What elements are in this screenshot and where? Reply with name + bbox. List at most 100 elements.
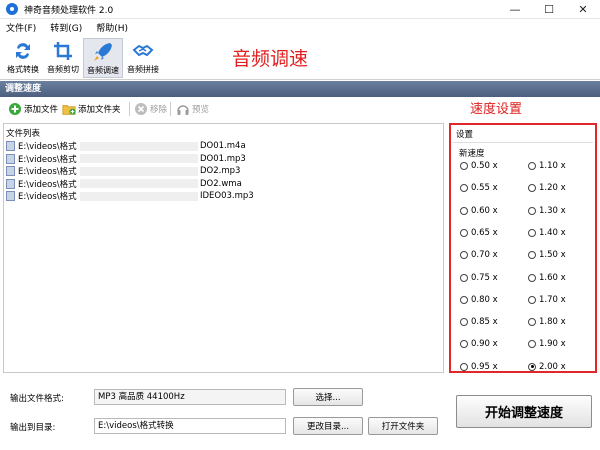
speed-option[interactable]: 1.20 x [528,183,566,193]
speed-option-label: 1.20 x [539,183,566,194]
menu-goto[interactable]: 转到(G) [50,21,82,34]
window-controls: — ☐ ✕ [498,0,600,19]
radio-button[interactable] [528,251,536,260]
radio-button[interactable] [528,206,536,215]
radio-button[interactable] [460,228,468,237]
speed-option-label: 0.55 x [471,183,498,194]
remove-label: 移除 [150,105,168,115]
radio-button[interactable] [528,162,536,170]
add-file-icon [8,102,22,116]
file-list[interactable]: 文件列表 E:\videos\格式 DO01.m4a E:\videos\格式 … [3,123,444,373]
annotation-speed: 音频调速 [232,48,309,70]
add-folder-button[interactable]: 添加文件夹 [62,101,121,117]
menu-help[interactable]: 帮助(H) [96,21,128,34]
speed-option[interactable]: 1.70 x [528,295,566,305]
radio-button[interactable] [528,340,536,349]
speed-option[interactable]: 0.50 x [460,161,498,171]
menu-file[interactable]: 文件(F) [6,21,36,34]
audio-cut-button[interactable]: 音频剪切 [43,38,83,78]
speed-option[interactable]: 0.85 x [460,317,498,327]
preview-button[interactable]: 预览 [176,101,209,117]
rocket-icon [94,43,112,61]
radio-button[interactable] [460,362,468,371]
list-item[interactable]: E:\videos\格式 DO2.mp3 [4,165,443,178]
speed-option[interactable]: 0.55 x [460,183,498,193]
speed-option[interactable]: 2.00 x [528,362,566,372]
open-folder-button[interactable]: 打开文件夹 [368,417,438,435]
radio-button[interactable] [528,295,536,304]
radio-button[interactable] [460,184,468,193]
remove-button[interactable]: 移除 [134,101,167,117]
speed-option-label: 1.50 x [539,250,566,261]
speed-option[interactable]: 1.50 x [528,250,566,260]
radio-button[interactable] [528,362,536,371]
speed-option[interactable]: 0.80 x [460,295,498,305]
output-format-field: MP3 高品质 44100Hz [94,389,286,405]
speed-option[interactable]: 0.60 x [460,206,498,216]
audio-speed-label: 音频调速 [87,66,119,75]
speed-option[interactable]: 0.70 x [460,250,498,260]
output-dir-field[interactable]: E:\videos\格式转换 [94,418,286,434]
blurred-region [80,154,198,164]
speed-option[interactable]: 1.10 x [528,161,566,171]
close-button[interactable]: ✕ [566,0,600,19]
change-dir-button[interactable]: 更改目录... [293,417,363,435]
audio-file-icon [6,141,15,152]
radio-button[interactable] [460,295,468,304]
add-file-button[interactable]: 添加文件 [8,101,58,117]
start-adjust-speed-button[interactable]: 开始调整速度 [456,395,592,428]
crop-icon [54,42,72,60]
audio-speed-button[interactable]: 音频调速 [83,38,123,78]
speed-option[interactable]: 1.60 x [528,273,566,283]
speed-option[interactable]: 0.65 x [460,228,498,238]
audio-file-icon [6,153,15,164]
file-path-suffix: IDEO03.mp3 [200,191,254,202]
annotation-settings: 速度设置 [470,102,523,117]
speed-option-label: 1.90 x [539,339,566,350]
speed-settings-panel: 设置 新速度 0.50 x 0.55 x 0.60 x 0.65 x 0.70 x 0.7… [449,123,597,373]
audio-join-label: 音频拼接 [127,65,159,74]
file-path-prefix: E:\videos\格式 [18,167,77,178]
add-folder-icon [62,102,76,116]
radio-button[interactable] [528,184,536,193]
radio-button[interactable] [460,162,468,170]
main-toolbar: 格式转换 音频剪切 音频调速 音频拼接 音频调速 [0,36,600,80]
toolbar-separator [129,102,130,116]
settings-title: 设置 [453,125,593,143]
format-convert-button[interactable]: 格式转换 [3,38,43,78]
speed-option[interactable]: 0.90 x [460,339,498,349]
speed-option-label: 0.60 x [471,205,498,216]
file-path-suffix: DO2.wma [200,178,242,189]
format-convert-icon [16,43,30,59]
list-item[interactable]: E:\videos\格式 DO01.mp3 [4,153,443,166]
radio-button[interactable] [528,228,536,237]
radio-button[interactable] [528,318,536,327]
speed-option[interactable]: 1.30 x [528,206,566,216]
speed-option-label: 0.50 x [471,161,498,171]
speed-option[interactable]: 0.75 x [460,273,498,283]
file-path-suffix: DO01.m4a [200,141,246,152]
add-file-label: 添加文件 [24,105,59,115]
radio-button[interactable] [460,340,468,349]
list-item[interactable]: E:\videos\格式 DO2.wma [4,178,443,191]
speed-option[interactable]: 1.90 x [528,339,566,349]
speed-option[interactable]: 1.80 x [528,317,566,327]
speed-option[interactable]: 1.40 x [528,228,566,238]
list-item[interactable]: E:\videos\格式 DO01.m4a [4,140,443,153]
new-speed-label: 新速度 [459,149,485,159]
minimize-button[interactable]: — [498,0,532,19]
radio-button[interactable] [460,318,468,327]
speed-option-label: 1.60 x [539,272,566,283]
speed-option-label: 1.30 x [539,205,566,216]
radio-button[interactable] [528,273,536,282]
file-path-suffix: DO2.mp3 [200,166,241,177]
choose-format-button[interactable]: 选择... [293,388,363,406]
radio-button[interactable] [460,251,468,260]
audio-join-button[interactable]: 音频拼接 [123,38,163,78]
list-item[interactable]: E:\videos\格式 IDEO03.mp3 [4,190,443,203]
maximize-button[interactable]: ☐ [532,0,566,19]
app-icon [6,3,18,15]
speed-option[interactable]: 0.95 x [460,362,498,372]
radio-button[interactable] [460,273,468,282]
radio-button[interactable] [460,206,468,215]
